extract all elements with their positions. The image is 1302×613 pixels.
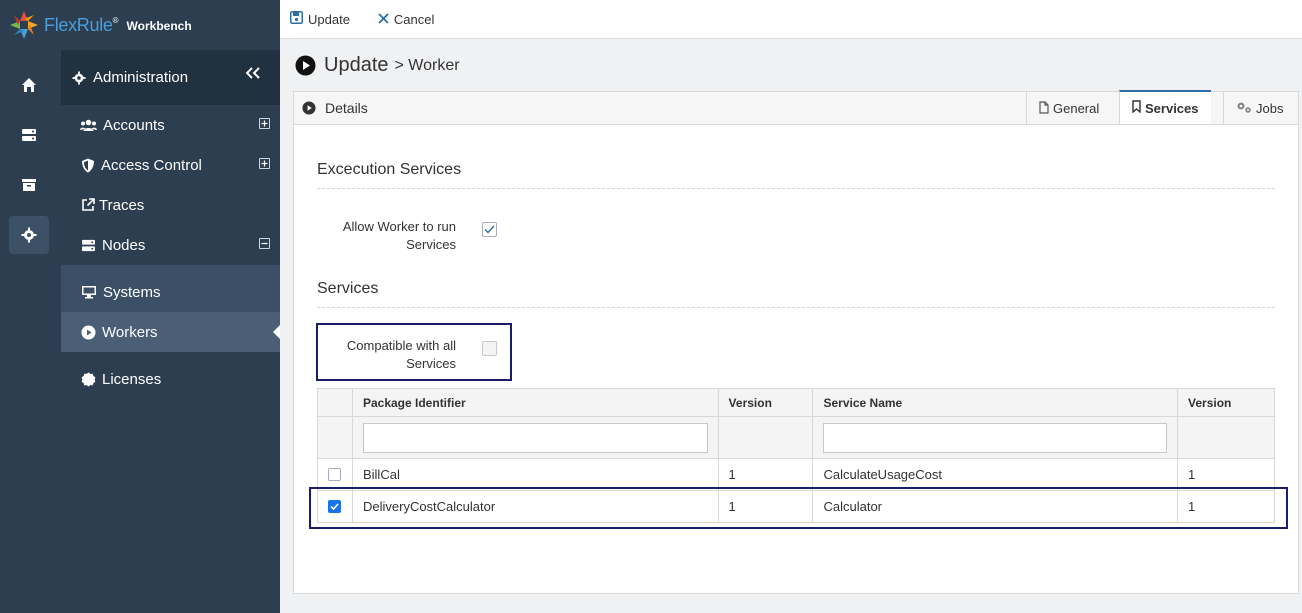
sidebar-item-systems[interactable]: Systems xyxy=(61,272,280,312)
cogs-icon xyxy=(1236,101,1252,117)
sidebar-item-accounts[interactable]: Accounts xyxy=(61,105,280,145)
settings-gear-icon[interactable] xyxy=(9,216,49,254)
sidebar-item-label: Nodes xyxy=(102,236,146,254)
page-title: Update > Worker xyxy=(295,54,460,77)
close-icon xyxy=(378,12,389,27)
allow-worker-label: Allow Worker to run Services xyxy=(324,218,456,254)
column-header[interactable]: Version xyxy=(1177,388,1275,417)
sidebar-item-nodes[interactable]: Nodes xyxy=(61,225,280,265)
server-icon[interactable] xyxy=(9,116,49,154)
compatible-all-checkbox[interactable] xyxy=(482,341,497,356)
row-checkbox[interactable] xyxy=(328,468,341,481)
update-button[interactable]: Update xyxy=(290,11,350,27)
sidebar-item-label: Traces xyxy=(99,196,145,214)
play-circle-icon xyxy=(295,55,316,76)
version-cell: 1 xyxy=(1177,458,1275,491)
top-toolbar: Update Cancel xyxy=(280,0,1302,39)
tab-general[interactable]: General xyxy=(1026,92,1111,125)
services-title: Services xyxy=(317,280,379,297)
expand-plus-icon[interactable] xyxy=(259,118,270,129)
filter-cell xyxy=(317,416,353,459)
details-label: Details xyxy=(325,100,368,116)
play-circle-icon xyxy=(302,101,316,115)
bookmark-icon xyxy=(1132,100,1141,116)
sidebar-item-label: Licenses xyxy=(102,370,162,388)
version-cell: 1 xyxy=(717,458,814,491)
label-line: Services xyxy=(406,237,456,252)
brand-name: FlexRule xyxy=(44,14,113,35)
sidebar-item-workers[interactable]: Workers xyxy=(61,312,280,352)
sidebar: Administration Accounts Access Control T… xyxy=(61,50,280,613)
home-icon[interactable] xyxy=(9,66,49,104)
external-link-icon xyxy=(82,198,95,211)
section-divider xyxy=(317,188,1275,189)
sidebar-item-traces[interactable]: Traces xyxy=(61,185,280,225)
details-heading: Details xyxy=(302,100,368,116)
sidebar-item-label: Access Control xyxy=(101,156,202,174)
section-divider xyxy=(317,307,1275,308)
collapse-minus-icon[interactable] xyxy=(259,238,270,249)
cancel-button[interactable]: Cancel xyxy=(378,12,434,27)
collapse-sidebar-icon[interactable] xyxy=(245,66,260,83)
archive-icon[interactable] xyxy=(9,166,49,204)
label-line: Compatible with all xyxy=(346,338,456,353)
service-filter-input[interactable] xyxy=(823,422,1168,453)
update-label: Update xyxy=(308,11,350,27)
tab-label: Services xyxy=(1145,100,1199,116)
label-line: Services xyxy=(406,356,456,371)
grid-header-row: Package Identifier Version Service Name … xyxy=(317,388,1275,417)
panel-header: Details General Services Jobs xyxy=(294,90,1298,125)
sidebar-title: Administration xyxy=(93,69,189,86)
users-icon xyxy=(80,119,97,131)
sidebar-item-label: Workers xyxy=(102,323,158,341)
package-cell: BillCal xyxy=(351,458,719,491)
brand-product: Workbench xyxy=(126,19,192,33)
sidebar-item-label: Accounts xyxy=(103,116,165,134)
flexrule-logo-icon xyxy=(10,11,38,39)
badge-icon xyxy=(81,371,96,387)
grid-filter-row xyxy=(317,416,1275,459)
filter-cell xyxy=(351,416,719,459)
sidebar-header: Administration xyxy=(61,50,280,105)
expand-plus-icon[interactable] xyxy=(259,158,270,169)
sidebar-item-label: Systems xyxy=(103,283,161,301)
filter-cell xyxy=(717,416,814,459)
package-filter-input[interactable] xyxy=(362,422,708,453)
page-title-sub: > Worker xyxy=(394,56,460,74)
active-indicator xyxy=(273,325,280,339)
details-panel: Details General Services Jobs Excecution… xyxy=(293,90,1299,594)
tab-label: Jobs xyxy=(1256,101,1284,116)
tab-label: General xyxy=(1053,101,1100,116)
shield-icon xyxy=(82,158,94,172)
server-icon xyxy=(82,239,95,251)
label-line: Allow Worker to run xyxy=(342,219,456,234)
table-row[interactable]: BillCal 1 CalculateUsageCost 1 xyxy=(317,458,1275,491)
page-title-main: Update xyxy=(324,54,389,76)
selected-row-highlight-box xyxy=(309,487,1288,529)
file-icon xyxy=(1039,100,1049,117)
save-icon xyxy=(290,11,303,27)
monitor-icon xyxy=(82,286,96,299)
gear-icon xyxy=(72,70,86,85)
play-circle-icon xyxy=(81,325,96,339)
column-header[interactable]: Version xyxy=(717,388,814,417)
select-column-header xyxy=(317,388,353,417)
icon-rail xyxy=(0,0,61,613)
tab-services[interactable]: Services xyxy=(1119,90,1211,124)
sidebar-item-access-control[interactable]: Access Control xyxy=(61,145,280,185)
compatible-label: Compatible with all Services xyxy=(324,337,456,373)
cancel-label: Cancel xyxy=(393,11,435,27)
service-cell: CalculateUsageCost xyxy=(812,458,1179,491)
column-header[interactable]: Service Name xyxy=(812,388,1179,417)
brand-header: FlexRule ® Workbench xyxy=(0,0,280,50)
filter-cell xyxy=(1177,416,1275,459)
execution-services-title: Excecution Services xyxy=(317,161,462,178)
brand-reg-mark: ® xyxy=(112,15,119,25)
column-header[interactable]: Package Identifier xyxy=(351,388,719,417)
allow-worker-checkbox[interactable] xyxy=(482,222,497,237)
tab-jobs[interactable]: Jobs xyxy=(1223,92,1295,125)
row-select-cell xyxy=(317,458,353,491)
filter-cell xyxy=(812,416,1179,459)
sidebar-item-licenses[interactable]: Licenses xyxy=(61,359,280,399)
